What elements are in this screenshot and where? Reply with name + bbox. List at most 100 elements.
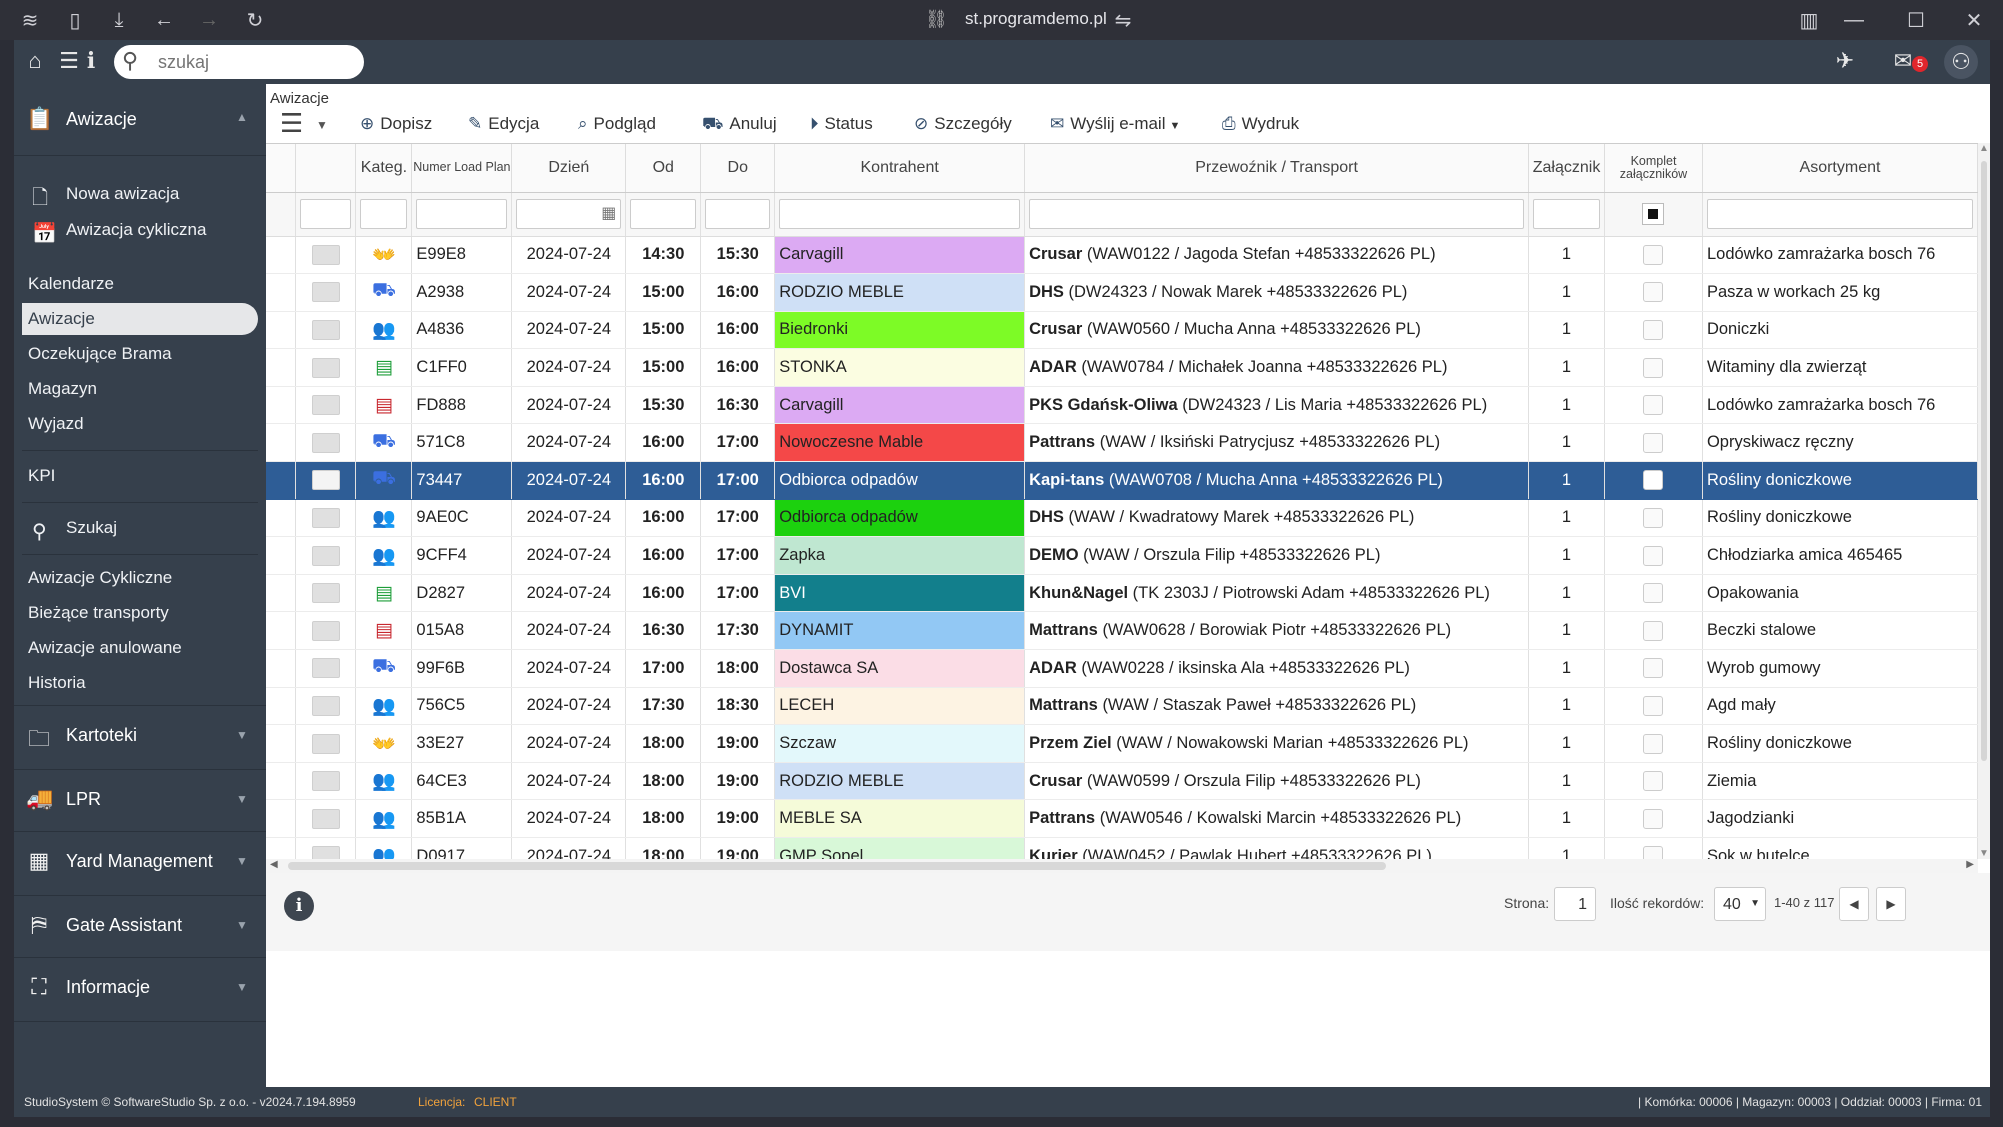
header-from[interactable]: Od	[625, 144, 702, 193]
row-select-cell[interactable]	[295, 611, 357, 651]
row-select-box[interactable]	[311, 282, 340, 303]
sidebar-toggle-icon[interactable]: ▯	[63, 8, 87, 32]
header-attachments-complete[interactable]: Komplet załączników	[1604, 144, 1703, 193]
complete-checkbox[interactable]	[1643, 808, 1664, 829]
complete-checkbox[interactable]	[1643, 282, 1664, 303]
filter-select[interactable]	[300, 199, 352, 229]
search-box[interactable]: ⚲	[114, 45, 364, 79]
row-select-cell[interactable]	[295, 574, 357, 613]
scroll-left-icon[interactable]: ◀	[270, 859, 278, 870]
menu-icon[interactable]: ☰	[280, 108, 303, 139]
table-row[interactable]: 👥 756C5 2024-07-24 17:30 18:30 LECEH Mattrans …	[266, 687, 1978, 726]
split-view-icon[interactable]: ▥	[1797, 8, 1821, 32]
row-select-cell[interactable]	[295, 799, 357, 838]
sidebar-item-cyclic-awizacja[interactable]: 📅 Awizacja cykliczna	[22, 214, 258, 246]
filter-load-plan[interactable]	[416, 199, 508, 229]
row-select-box[interactable]	[311, 620, 340, 641]
row-select-box[interactable]	[311, 658, 340, 679]
page-input[interactable]: 1	[1554, 887, 1596, 921]
complete-checkbox[interactable]	[1643, 432, 1664, 453]
sidebar-item-awizacje[interactable]: Awizacje	[22, 303, 258, 335]
complete-checkbox[interactable]	[1643, 771, 1664, 792]
sidebar-section-awizacje[interactable]: 📋 Awizacje ▲	[14, 84, 266, 156]
row-select-cell[interactable]	[295, 311, 357, 350]
row-select-box[interactable]	[311, 846, 340, 859]
complete-checkbox[interactable]	[1643, 244, 1664, 265]
calendar-icon[interactable]: ▦	[601, 203, 616, 223]
row-select-cell[interactable]	[295, 724, 357, 763]
table-row[interactable]: ▤ C1FF0 2024-07-24 15:00 16:00 STONKA ADAR (WA…	[266, 348, 1978, 387]
filter-assortment[interactable]	[1706, 199, 1973, 229]
table-row[interactable]: 👐 E99E8 2024-07-24 14:30 15:30 Carvagill Crusa…	[266, 236, 1978, 275]
back-icon[interactable]: ←	[152, 8, 176, 32]
row-select-box[interactable]	[311, 583, 340, 604]
scroll-right-icon[interactable]: ▶	[1966, 859, 1974, 870]
records-select[interactable]: 40 ▼	[1714, 887, 1766, 921]
list-icon[interactable]: ☰	[56, 48, 82, 74]
browser-logo-icon[interactable]: ≋	[18, 8, 42, 32]
table-row[interactable]: ⛟ A2938 2024-07-24 15:00 16:00 RODZIO MEBLE DH…	[266, 273, 1978, 312]
scroll-thumb[interactable]	[288, 862, 1386, 870]
row-select-cell[interactable]	[295, 461, 357, 500]
sidebar-item-kpi[interactable]: KPI	[22, 460, 258, 492]
sidebar-item-awizacje-cykliczne[interactable]: Awizacje Cykliczne	[22, 562, 258, 594]
info-icon[interactable]: i	[284, 891, 314, 921]
table-row[interactable]: ⛟ 571C8 2024-07-24 16:00 17:00 Nowoczesne Mab…	[266, 423, 1978, 463]
complete-checkbox[interactable]	[1643, 620, 1664, 641]
sidebar-item-kalendarze[interactable]: Kalendarze	[22, 268, 258, 300]
row-select-box[interactable]	[311, 695, 340, 716]
close-window-icon[interactable]: ✕	[1962, 8, 1986, 32]
home-icon[interactable]: ⌂	[22, 48, 48, 74]
row-select-box[interactable]	[311, 319, 340, 340]
table-row[interactable]: ▤ D2827 2024-07-24 16:00 17:00 BVI Khun&Nagel …	[266, 574, 1978, 613]
row-select-box[interactable]	[311, 771, 340, 792]
maximize-icon[interactable]: ☐	[1904, 8, 1928, 32]
row-select-cell[interactable]	[295, 499, 357, 538]
complete-checkbox[interactable]	[1643, 470, 1664, 491]
filter-day[interactable]: ▦	[516, 199, 622, 229]
table-row[interactable]: 👥 A4836 2024-07-24 15:00 16:00 Biedronki Crusa…	[266, 311, 1978, 350]
complete-checkbox[interactable]	[1643, 846, 1664, 859]
complete-checkbox[interactable]	[1643, 357, 1664, 378]
scroll-thumb[interactable]	[1981, 161, 1987, 761]
chevron-down-icon[interactable]: ▼	[316, 118, 328, 132]
complete-checkbox[interactable]	[1643, 395, 1664, 416]
scroll-down-icon[interactable]: ▼	[1979, 848, 1989, 859]
user-avatar-icon[interactable]: ⚇	[1944, 45, 1978, 79]
table-row[interactable]: 👥 64CE3 2024-07-24 18:00 19:00 RODZIO MEBLE Cr…	[266, 762, 1978, 801]
vertical-scrollbar[interactable]: ▲ ▼	[1978, 143, 1990, 859]
row-select-box[interactable]	[311, 733, 340, 754]
table-row[interactable]: 👥 9AE0C 2024-07-24 16:00 17:00 Odbiorca odpad…	[266, 499, 1978, 538]
table-row[interactable]: 👥 D0917 2024-07-24 18:00 19:00 GMP Sopel Kurie…	[266, 837, 1978, 859]
forward-icon[interactable]: →	[197, 8, 221, 32]
row-select-cell[interactable]	[295, 348, 357, 387]
search-input[interactable]	[158, 51, 348, 73]
row-select-cell[interactable]	[295, 687, 357, 726]
cancel-button[interactable]: ⛟ Anuluj	[702, 114, 777, 136]
sidebar-section-informacje[interactable]: ⛶ Informacje ▼	[14, 958, 266, 1022]
minimize-icon[interactable]: —	[1842, 8, 1866, 32]
row-select-box[interactable]	[311, 395, 340, 416]
header-contractor[interactable]: Kontrahent	[774, 144, 1026, 193]
complete-checkbox[interactable]	[1643, 319, 1664, 340]
site-settings-icon[interactable]: ⇋	[1111, 8, 1135, 32]
filter-category[interactable]	[360, 199, 408, 229]
header-attachment[interactable]: Załącznik	[1528, 144, 1606, 193]
row-select-box[interactable]	[311, 244, 340, 265]
row-select-cell[interactable]	[295, 386, 357, 425]
header-carrier[interactable]: Przewoźnik / Transport	[1024, 144, 1530, 193]
row-select-cell[interactable]	[295, 423, 357, 463]
sidebar-item-historia[interactable]: Historia	[22, 667, 258, 699]
complete-checkbox[interactable]	[1643, 583, 1664, 604]
print-button[interactable]: ⎙ Wydruk	[1222, 114, 1299, 134]
row-select-box[interactable]	[311, 507, 340, 528]
sidebar-item-magazyn[interactable]: Magazyn	[22, 373, 258, 405]
table-row[interactable]: ⛟ 73447 2024-07-24 16:00 17:00 Odbiorca odpad…	[266, 461, 1978, 500]
table-row[interactable]: ▤ 015A8 2024-07-24 16:30 17:30 DYNAMIT Mattran…	[266, 611, 1978, 651]
prev-page-button[interactable]: ◀	[1839, 887, 1869, 921]
row-select-cell[interactable]	[295, 837, 357, 859]
details-button[interactable]: ⊘ Szczegóły	[914, 114, 1012, 134]
complete-checkbox[interactable]	[1643, 733, 1664, 754]
complete-checkbox[interactable]	[1643, 545, 1664, 566]
sidebar-item-oczekujace-brama[interactable]: Oczekujące Brama	[22, 338, 258, 370]
